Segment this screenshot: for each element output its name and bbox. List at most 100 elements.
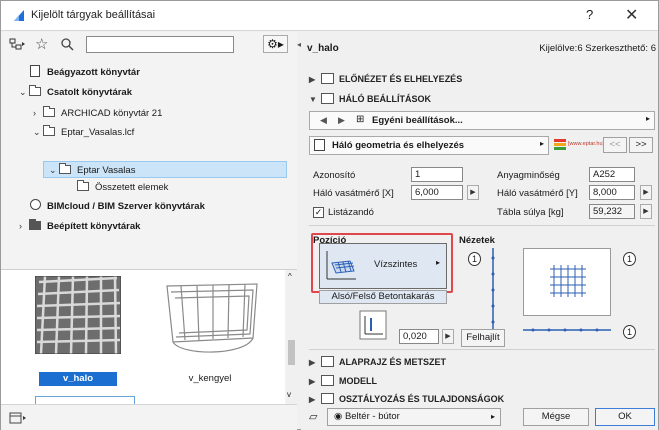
mesh-icon	[321, 93, 334, 104]
vy-label: Háló vasátmérő [Y]	[497, 188, 578, 199]
bimcloud-icon	[29, 199, 43, 210]
chevron-right-icon[interactable]: ›	[33, 104, 43, 122]
anyag-label: Anyagminőség	[497, 170, 560, 181]
library-tree-icon[interactable]	[9, 38, 25, 54]
tree-label: Beágyazott könyvtár	[47, 67, 140, 78]
archicad-app-icon	[14, 10, 24, 21]
library-manager-icon[interactable]	[9, 412, 27, 427]
dropdown-arrow-icon: ▸	[490, 412, 495, 421]
nezetek-label: Nézetek	[459, 235, 495, 246]
listazando-checkbox[interactable]: ✓	[313, 207, 324, 218]
thumb-label: v_kengyel	[188, 373, 232, 384]
cover-button[interactable]: Alsó/Felső Betontakarás	[319, 290, 447, 304]
star-icon[interactable]: ☆	[35, 35, 48, 53]
vy-field[interactable]: 8,000	[589, 185, 635, 200]
search-icon[interactable]	[61, 38, 74, 54]
tree-item-embedded[interactable]: Beágyazott könyvtár	[19, 64, 140, 82]
section-floorplan[interactable]: ▶ ALAPRAJZ ÉS METSZET	[309, 354, 655, 370]
close-button[interactable]: ✕	[625, 5, 638, 25]
folder-dark-icon	[29, 219, 43, 230]
tree-item-composite[interactable]: Összetett elemek	[67, 179, 168, 197]
object-thumbnail-grid: v_halo v_kengyel	[1, 270, 285, 404]
thumbs-scrollbar[interactable]: ^ v	[286, 270, 297, 404]
thumb-v-halo[interactable]: v_halo	[34, 275, 122, 386]
window-title: Kijelölt tárgyak beállításai	[31, 9, 156, 21]
object-name: v_halo	[307, 43, 339, 54]
library-bottom-bar	[1, 404, 297, 430]
section-label: MODELL	[339, 376, 377, 386]
library-toolbar: ☆ ⚙▸	[1, 32, 297, 58]
lcf-container-icon	[43, 125, 57, 136]
tree-item-eptar-lcf[interactable]: ⌄ Eptar_Vasalas.lcf	[33, 123, 134, 141]
section-label: OSZTÁLYOZÁS ÉS TULAJDONSÁGOK	[339, 394, 505, 404]
side-view-mesh	[491, 248, 495, 340]
chevron-down-icon: ▼	[309, 95, 317, 104]
search-input[interactable]	[86, 36, 234, 53]
tree-item-bimcloud[interactable]: BIMcloud / BIM Szerver könyvtárak	[19, 198, 205, 216]
page-prev-button[interactable]: <<	[603, 137, 627, 153]
preview-placement-icon	[321, 73, 334, 84]
tree-label: ARCHICAD könyvtár 21	[61, 108, 163, 119]
cancel-button[interactable]: Mégse	[523, 408, 589, 426]
vx-field[interactable]: 6,000	[411, 185, 463, 200]
scroll-thumb[interactable]	[288, 340, 295, 365]
chevron-down-icon[interactable]: ⌄	[19, 83, 29, 101]
section-label: HÁLÓ BEÁLLÍTÁSOK	[339, 94, 431, 104]
thumb-label: v_halo	[39, 372, 117, 386]
vy-arrow-button[interactable]: ▶	[640, 185, 652, 200]
collapse-left-icon[interactable]: ◂	[297, 40, 301, 49]
azonosito-label: Azonosító	[313, 170, 356, 181]
scroll-up-icon[interactable]: ^	[288, 272, 292, 281]
list-icon	[314, 139, 325, 151]
chevron-down-icon[interactable]: ⌄	[33, 123, 43, 141]
view-number-left[interactable]: 1	[468, 252, 481, 266]
help-button[interactable]: ?	[586, 7, 593, 22]
custom-settings-bar[interactable]: ◀ ▶ ⊞ Egyéni beállítások... ▸	[309, 111, 655, 130]
next-arrow-icon[interactable]: ▶	[334, 113, 349, 128]
folder-icon	[77, 180, 91, 191]
mesh-preview-image	[34, 275, 122, 355]
tree-item-builtin[interactable]: › Beépített könyvtárak	[19, 217, 140, 235]
section-model[interactable]: ▶ MODELL	[309, 373, 655, 389]
section-mesh-settings[interactable]: ▼ HÁLÓ BEÁLLÍTÁSOK	[309, 91, 655, 107]
partial-item-frame	[35, 396, 135, 404]
view-number-bottom[interactable]: 1	[623, 325, 636, 339]
cover-field[interactable]: 0,020	[399, 329, 439, 344]
geometry-tab-select[interactable]: Háló geometria és elhelyezés ▸	[309, 136, 549, 155]
chevron-down-icon[interactable]: ⌄	[49, 161, 59, 179]
anyag-field[interactable]: A252	[589, 167, 635, 182]
tree-label: Beépített könyvtárak	[47, 221, 141, 232]
tree-item-archicad-lib[interactable]: › ARCHICAD könyvtár 21	[33, 104, 162, 122]
view-number-right[interactable]: 1	[623, 252, 636, 266]
tree-item-linked[interactable]: ⌄ Csatolt könyvtárak	[19, 83, 132, 101]
suly-arrow-button[interactable]: ▶	[640, 204, 652, 219]
eye-icon: ◉	[334, 411, 345, 422]
tree-label: Eptar_Vasalas.lcf	[61, 127, 135, 138]
azonosito-field[interactable]: 1	[411, 167, 463, 182]
folder-icon	[59, 163, 73, 174]
prev-arrow-icon[interactable]: ◀	[316, 113, 331, 128]
selection-info: Kijelölve:6 Szerkeszthető: 6	[539, 43, 656, 54]
custom-settings-label: Egyéni beállítások...	[372, 115, 463, 126]
vx-arrow-button[interactable]: ▶	[467, 185, 479, 200]
gear-button[interactable]: ⚙▸	[263, 35, 288, 53]
chevron-right-icon[interactable]: ›	[19, 217, 29, 235]
section-preview[interactable]: ▶ ELŐNÉZET ÉS ELHELYEZÉS	[309, 71, 655, 87]
model-icon	[321, 375, 334, 386]
tree-item-eptar-vasalas[interactable]: ⌄ Eptar Vasalas	[49, 161, 135, 179]
tree-label: Összetett elemek	[95, 182, 169, 193]
thumb-v-kengyel[interactable]: v_kengyel	[161, 278, 261, 384]
ok-button[interactable]: OK	[595, 408, 655, 426]
cover-arrow-button[interactable]: ▶	[442, 329, 454, 344]
custom-settings-icon: ⊞	[356, 114, 365, 125]
scroll-down-icon[interactable]: v	[287, 390, 291, 399]
layer-select[interactable]: ◉ Beltér - bútor ▸	[327, 408, 501, 426]
chevron-right-icon: ▶	[309, 75, 316, 84]
dropdown-arrow-icon: ▸	[539, 139, 544, 148]
page-next-button[interactable]: >>	[629, 137, 653, 153]
layer-icon: ▱	[309, 411, 318, 423]
section-label: ELŐNÉZET ÉS ELHELYEZÉS	[339, 74, 463, 84]
felhajlit-button[interactable]: Felhajlít	[461, 329, 505, 347]
chevron-right-icon: ▶	[309, 377, 316, 386]
tree-label: Eptar Vasalas	[77, 165, 136, 176]
